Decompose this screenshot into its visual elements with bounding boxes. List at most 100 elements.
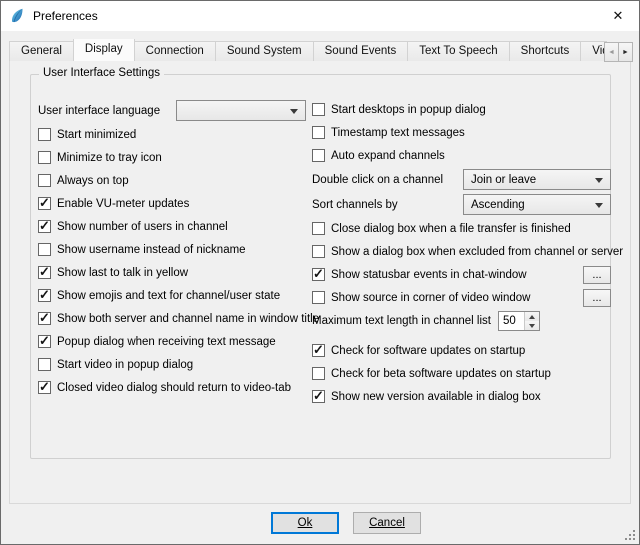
checkbox-label: Close dialog box when a file transfer is… [331, 223, 571, 235]
checkbox-row[interactable]: Auto expand channels [312, 144, 611, 167]
double-click-dropdown[interactable]: Join or leave [463, 169, 611, 190]
preferences-window: { "window": { "title": "Preferences", "c… [0, 0, 640, 545]
checkbox-row[interactable]: Check for software updates on startup [312, 339, 611, 362]
checkbox-label: Show emojis and text for channel/user st… [57, 290, 280, 302]
checkbox-row[interactable]: Show both server and channel name in win… [38, 307, 306, 330]
checkbox-row[interactable]: Always on top [38, 169, 306, 192]
sort-channels-value: Ascending [471, 199, 525, 211]
tab-scroll-right-icon[interactable]: ► [618, 42, 633, 62]
double-click-value: Join or leave [471, 174, 536, 186]
checkbox-row[interactable]: Start minimized [38, 123, 306, 146]
group-title: User Interface Settings [39, 67, 164, 79]
tab-scroll-left-icon[interactable]: ◄ [604, 42, 619, 62]
max-text-length-value[interactable]: 50 [499, 312, 524, 330]
checkbox-row[interactable]: Popup dialog when receiving text message [38, 330, 306, 353]
spinner-up-icon[interactable] [525, 312, 539, 321]
tab-video[interactable]: Video [580, 41, 607, 61]
chevron-down-icon [595, 203, 603, 208]
language-dropdown[interactable] [176, 100, 306, 121]
checkbox-row[interactable]: Show emojis and text for channel/user st… [38, 284, 306, 307]
app-logo-icon [9, 8, 25, 24]
ok-button-label: Ok [298, 517, 313, 529]
double-click-label: Double click on a channel [312, 174, 443, 186]
checkbox[interactable] [312, 367, 325, 380]
title-bar[interactable]: Preferences ✕ [1, 1, 639, 31]
max-text-length-label: Maximum text length in channel list [312, 315, 491, 327]
checkbox[interactable] [38, 381, 51, 394]
statusbar-events-more-button[interactable]: ... [583, 266, 611, 284]
ok-button[interactable]: Ok [271, 512, 339, 534]
sort-channels-dropdown[interactable]: Ascending [463, 194, 611, 215]
tab-scroll-buttons: ◄ ► [605, 42, 633, 62]
video-source-row[interactable]: Show source in corner of video window ..… [312, 286, 611, 309]
spinner-down-icon[interactable] [525, 321, 539, 330]
checkbox-row[interactable]: Show username instead of nickname [38, 238, 306, 261]
cancel-button[interactable]: Cancel [353, 512, 421, 534]
tab-connection[interactable]: Connection [134, 41, 216, 61]
checkbox-label: Show source in corner of video window [331, 292, 530, 304]
checkbox-row[interactable]: Show a dialog box when excluded from cha… [312, 240, 611, 263]
checkbox-label: Show username instead of nickname [57, 244, 246, 256]
checkbox-label: Show a dialog box when excluded from cha… [331, 246, 623, 258]
checkbox[interactable] [312, 222, 325, 235]
tab-sound-events[interactable]: Sound Events [313, 41, 409, 61]
checkbox[interactable] [38, 289, 51, 302]
chevron-down-icon [595, 178, 603, 183]
checkbox[interactable] [38, 266, 51, 279]
checkbox[interactable] [312, 149, 325, 162]
checkbox[interactable] [312, 103, 325, 116]
checkbox-row[interactable]: Check for beta software updates on start… [312, 362, 611, 385]
video-source-more-button[interactable]: ... [583, 289, 611, 307]
tab-text-to-speech[interactable]: Text To Speech [407, 41, 509, 61]
tab-sound-system[interactable]: Sound System [215, 41, 314, 61]
checkbox-label: Popup dialog when receiving text message [57, 336, 276, 348]
checkbox[interactable] [312, 291, 325, 304]
language-label: User interface language [38, 105, 160, 117]
left-column: User interface language Start minimized … [38, 98, 306, 399]
checkbox[interactable] [312, 245, 325, 258]
checkbox-label: Show new version available in dialog box [331, 391, 541, 403]
resize-grip[interactable] [623, 528, 636, 541]
checkbox[interactable] [312, 126, 325, 139]
tab-bar: General Display Connection Sound System … [9, 39, 607, 61]
checkbox[interactable] [38, 128, 51, 141]
checkbox-label: Enable VU-meter updates [57, 198, 189, 210]
checkbox[interactable] [312, 390, 325, 403]
language-row: User interface language [38, 98, 306, 123]
cancel-button-label: Cancel [369, 517, 405, 529]
checkbox[interactable] [38, 312, 51, 325]
checkbox[interactable] [312, 268, 325, 281]
double-click-row: Double click on a channel Join or leave [312, 167, 611, 192]
checkbox[interactable] [38, 335, 51, 348]
checkbox[interactable] [38, 174, 51, 187]
checkbox[interactable] [38, 220, 51, 233]
user-interface-settings-group: User Interface Settings User interface l… [30, 74, 611, 459]
checkbox-row[interactable]: Start desktops in popup dialog [312, 98, 611, 121]
close-icon[interactable]: ✕ [597, 1, 639, 31]
tab-shortcuts[interactable]: Shortcuts [509, 41, 582, 61]
checkbox[interactable] [312, 344, 325, 357]
checkbox[interactable] [38, 151, 51, 164]
checkbox-row[interactable]: Show number of users in channel [38, 215, 306, 238]
max-text-length-spinner[interactable]: 50 [498, 311, 540, 331]
tab-display[interactable]: Display [73, 39, 135, 61]
checkbox-label: Minimize to tray icon [57, 152, 162, 164]
checkbox-row[interactable]: Closed video dialog should return to vid… [38, 376, 306, 399]
checkbox-row[interactable]: Close dialog box when a file transfer is… [312, 217, 611, 240]
checkbox-row[interactable]: Timestamp text messages [312, 121, 611, 144]
chevron-down-icon [290, 109, 298, 114]
checkbox-label: Show both server and channel name in win… [57, 313, 319, 325]
statusbar-events-row[interactable]: Show statusbar events in chat-window ... [312, 263, 611, 286]
checkbox-row[interactable]: Enable VU-meter updates [38, 192, 306, 215]
display-tab-pane: User Interface Settings User interface l… [9, 60, 631, 504]
checkbox-row[interactable]: Show new version available in dialog box [312, 385, 611, 408]
window-title: Preferences [33, 9, 98, 23]
checkbox[interactable] [38, 243, 51, 256]
checkbox[interactable] [38, 358, 51, 371]
tab-general[interactable]: General [9, 41, 74, 61]
checkbox-row[interactable]: Minimize to tray icon [38, 146, 306, 169]
checkbox[interactable] [38, 197, 51, 210]
sort-channels-label: Sort channels by [312, 199, 398, 211]
checkbox-row[interactable]: Show last to talk in yellow [38, 261, 306, 284]
checkbox-row[interactable]: Start video in popup dialog [38, 353, 306, 376]
